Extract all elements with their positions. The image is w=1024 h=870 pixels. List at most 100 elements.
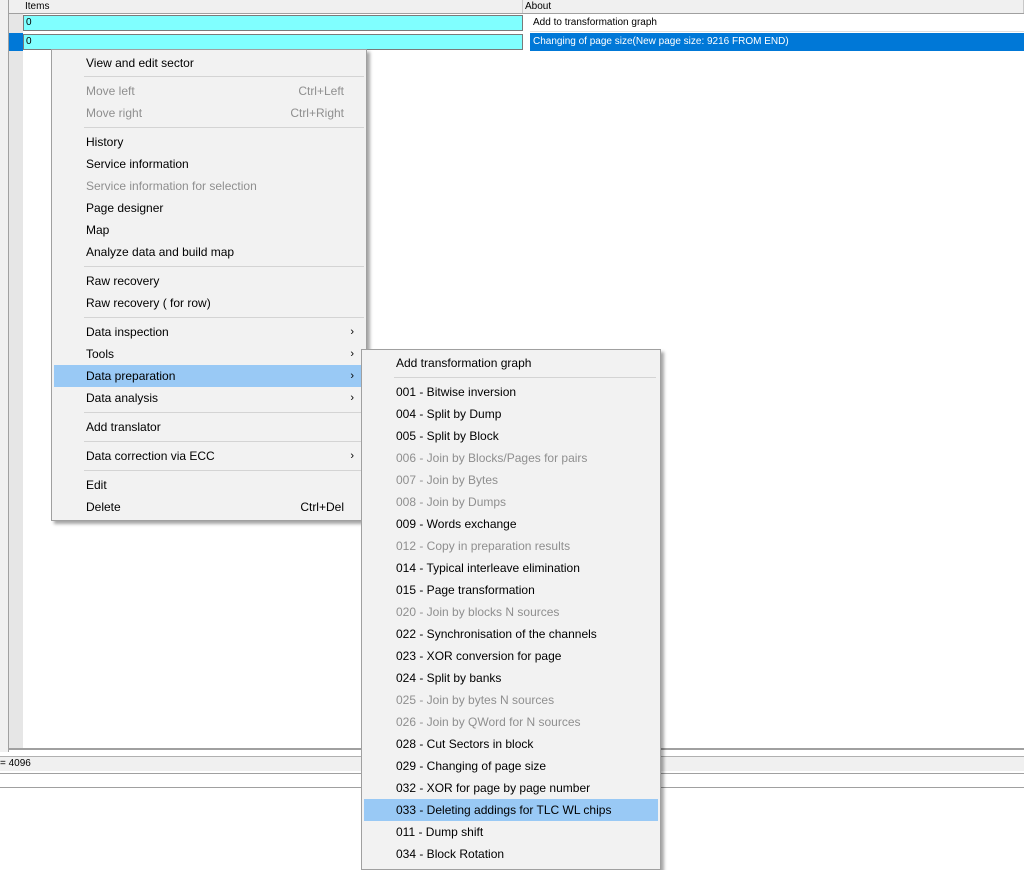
- submenu-item[interactable]: 012 - Copy in preparation results: [364, 535, 658, 557]
- menu-item-label: 029 - Changing of page size: [396, 759, 547, 773]
- menu-item-history[interactable]: History: [54, 131, 364, 153]
- submenu-item[interactable]: 009 - Words exchange: [364, 513, 658, 535]
- submenu-item[interactable]: 020 - Join by blocks N sources: [364, 601, 658, 623]
- menu-item-label: 001 - Bitwise inversion: [396, 385, 517, 399]
- submenu-item[interactable]: 015 - Page transformation: [364, 579, 658, 601]
- submenu-item[interactable]: 023 - XOR conversion for page: [364, 645, 658, 667]
- menu-item-analyze-data[interactable]: Analyze data and build map: [54, 241, 364, 263]
- menu-item-label: 008 - Join by Dumps: [396, 495, 507, 509]
- menu-item-view-edit-sector[interactable]: View and edit sector: [54, 52, 364, 74]
- menu-item-label: Service information for selection: [86, 179, 257, 193]
- column-header-about[interactable]: About: [523, 0, 1024, 13]
- menu-item-label: Data correction via ECC: [86, 449, 215, 463]
- menu-item-label: Map: [86, 223, 110, 237]
- submenu-arrow-icon: ›: [350, 370, 354, 382]
- submenu-item[interactable]: 029 - Changing of page size: [364, 755, 658, 777]
- menu-separator: [394, 377, 656, 378]
- submenu-item[interactable]: 006 - Join by Blocks/Pages for pairs: [364, 447, 658, 469]
- menu-item-service-information-selection[interactable]: Service information for selection: [54, 175, 364, 197]
- context-menu: View and edit sector Move left Ctrl+Left …: [51, 49, 367, 521]
- shortcut-label: Ctrl+Del: [300, 500, 344, 514]
- menu-item-label: 034 - Block Rotation: [396, 847, 505, 861]
- submenu-arrow-icon: ›: [350, 348, 354, 360]
- menu-separator: [84, 76, 364, 77]
- submenu-item[interactable]: 004 - Split by Dump: [364, 403, 658, 425]
- menu-item-data-preparation[interactable]: Data preparation ›: [54, 365, 364, 387]
- menu-item-add-translator[interactable]: Add translator: [54, 416, 364, 438]
- menu-item-label: Tools: [86, 347, 115, 361]
- submenu-item[interactable]: 033 - Deleting addings for TLC WL chips: [364, 799, 658, 821]
- menu-item-map[interactable]: Map: [54, 219, 364, 241]
- menu-item-page-designer[interactable]: Page designer: [54, 197, 364, 219]
- items-cell[interactable]: 0: [23, 34, 523, 50]
- menu-item-label: Raw recovery ( for row): [86, 296, 211, 310]
- menu-item-label: 011 - Dump shift: [396, 825, 484, 839]
- menu-item-label: 012 - Copy in preparation results: [396, 539, 571, 553]
- column-header-items[interactable]: Items: [23, 0, 523, 13]
- menu-item-label: 007 - Join by Bytes: [396, 473, 499, 487]
- grid-header: Items About: [9, 0, 1024, 14]
- menu-item-label: 004 - Split by Dump: [396, 407, 502, 421]
- menu-item-label: Service information: [86, 157, 189, 171]
- menu-separator: [84, 470, 364, 471]
- submenu-item[interactable]: 008 - Join by Dumps: [364, 491, 658, 513]
- menu-item-label: 032 - XOR for page by page number: [396, 781, 591, 795]
- menu-item-label: 024 - Split by banks: [396, 671, 502, 685]
- menu-item-service-information[interactable]: Service information: [54, 153, 364, 175]
- table-row[interactable]: 0 Add to transformation graph: [9, 14, 1024, 32]
- shortcut-label: Ctrl+Left: [298, 84, 344, 98]
- menu-item-data-correction-ecc[interactable]: Data correction via ECC ›: [54, 445, 364, 467]
- menu-item-label: 015 - Page transformation: [396, 583, 535, 597]
- menu-item-delete[interactable]: Delete Ctrl+Del: [54, 496, 364, 518]
- about-cell[interactable]: Add to transformation graph: [530, 14, 1024, 32]
- items-cell[interactable]: 0: [23, 15, 523, 31]
- menu-item-add-transformation-graph[interactable]: Add transformation graph: [364, 352, 658, 374]
- menu-item-label: 022 - Synchronisation of the channels: [396, 627, 597, 641]
- status-text: = 4096: [0, 758, 31, 769]
- submenu-arrow-icon: ›: [350, 392, 354, 404]
- submenu-item[interactable]: 011 - Dump shift: [364, 821, 658, 843]
- menu-item-raw-recovery-row[interactable]: Raw recovery ( for row): [54, 292, 364, 314]
- submenu-item[interactable]: 014 - Typical interleave elimination: [364, 557, 658, 579]
- menu-item-label: Add translator: [86, 420, 161, 434]
- menu-item-label: 020 - Join by blocks N sources: [396, 605, 560, 619]
- row-selector[interactable]: [9, 14, 23, 32]
- menu-item-data-analysis[interactable]: Data analysis ›: [54, 387, 364, 409]
- menu-separator: [84, 127, 364, 128]
- menu-item-label: 005 - Split by Block: [396, 429, 499, 443]
- submenu-item[interactable]: 025 - Join by bytes N sources: [364, 689, 658, 711]
- menu-item-label: 025 - Join by bytes N sources: [396, 693, 555, 707]
- menu-item-move-right[interactable]: Move right Ctrl+Right: [54, 102, 364, 124]
- menu-item-label: Add transformation graph: [396, 356, 532, 370]
- submenu-item[interactable]: 024 - Split by banks: [364, 667, 658, 689]
- submenu-item[interactable]: 034 - Block Rotation: [364, 843, 658, 865]
- menu-item-data-inspection[interactable]: Data inspection ›: [54, 321, 364, 343]
- row-selector[interactable]: [9, 33, 23, 51]
- menu-separator: [84, 317, 364, 318]
- submenu-item[interactable]: 028 - Cut Sectors in block: [364, 733, 658, 755]
- menu-item-label: History: [86, 135, 124, 149]
- menu-item-move-left[interactable]: Move left Ctrl+Left: [54, 80, 364, 102]
- menu-item-raw-recovery[interactable]: Raw recovery: [54, 270, 364, 292]
- menu-item-label: Delete: [86, 500, 121, 514]
- menu-item-label: Raw recovery: [86, 274, 160, 288]
- submenu-item[interactable]: 032 - XOR for page by page number: [364, 777, 658, 799]
- submenu-item[interactable]: 001 - Bitwise inversion: [364, 381, 658, 403]
- menu-item-label: 028 - Cut Sectors in block: [396, 737, 534, 751]
- menu-separator: [84, 266, 364, 267]
- menu-separator: [84, 412, 364, 413]
- submenu-arrow-icon: ›: [350, 326, 354, 338]
- about-cell[interactable]: Changing of page size(New page size: 921…: [530, 33, 1024, 51]
- menu-item-label: Move right: [86, 106, 143, 120]
- submenu-item[interactable]: 026 - Join by QWord for N sources: [364, 711, 658, 733]
- submenu-arrow-icon: ›: [350, 450, 354, 462]
- menu-item-label: Move left: [86, 84, 135, 98]
- menu-item-label: 009 - Words exchange: [396, 517, 517, 531]
- row-gutter: [9, 13, 23, 750]
- submenu-item[interactable]: 007 - Join by Bytes: [364, 469, 658, 491]
- submenu-item[interactable]: 005 - Split by Block: [364, 425, 658, 447]
- menu-item-edit[interactable]: Edit: [54, 474, 364, 496]
- menu-item-label: 006 - Join by Blocks/Pages for pairs: [396, 451, 588, 465]
- menu-item-tools[interactable]: Tools ›: [54, 343, 364, 365]
- submenu-item[interactable]: 022 - Synchronisation of the channels: [364, 623, 658, 645]
